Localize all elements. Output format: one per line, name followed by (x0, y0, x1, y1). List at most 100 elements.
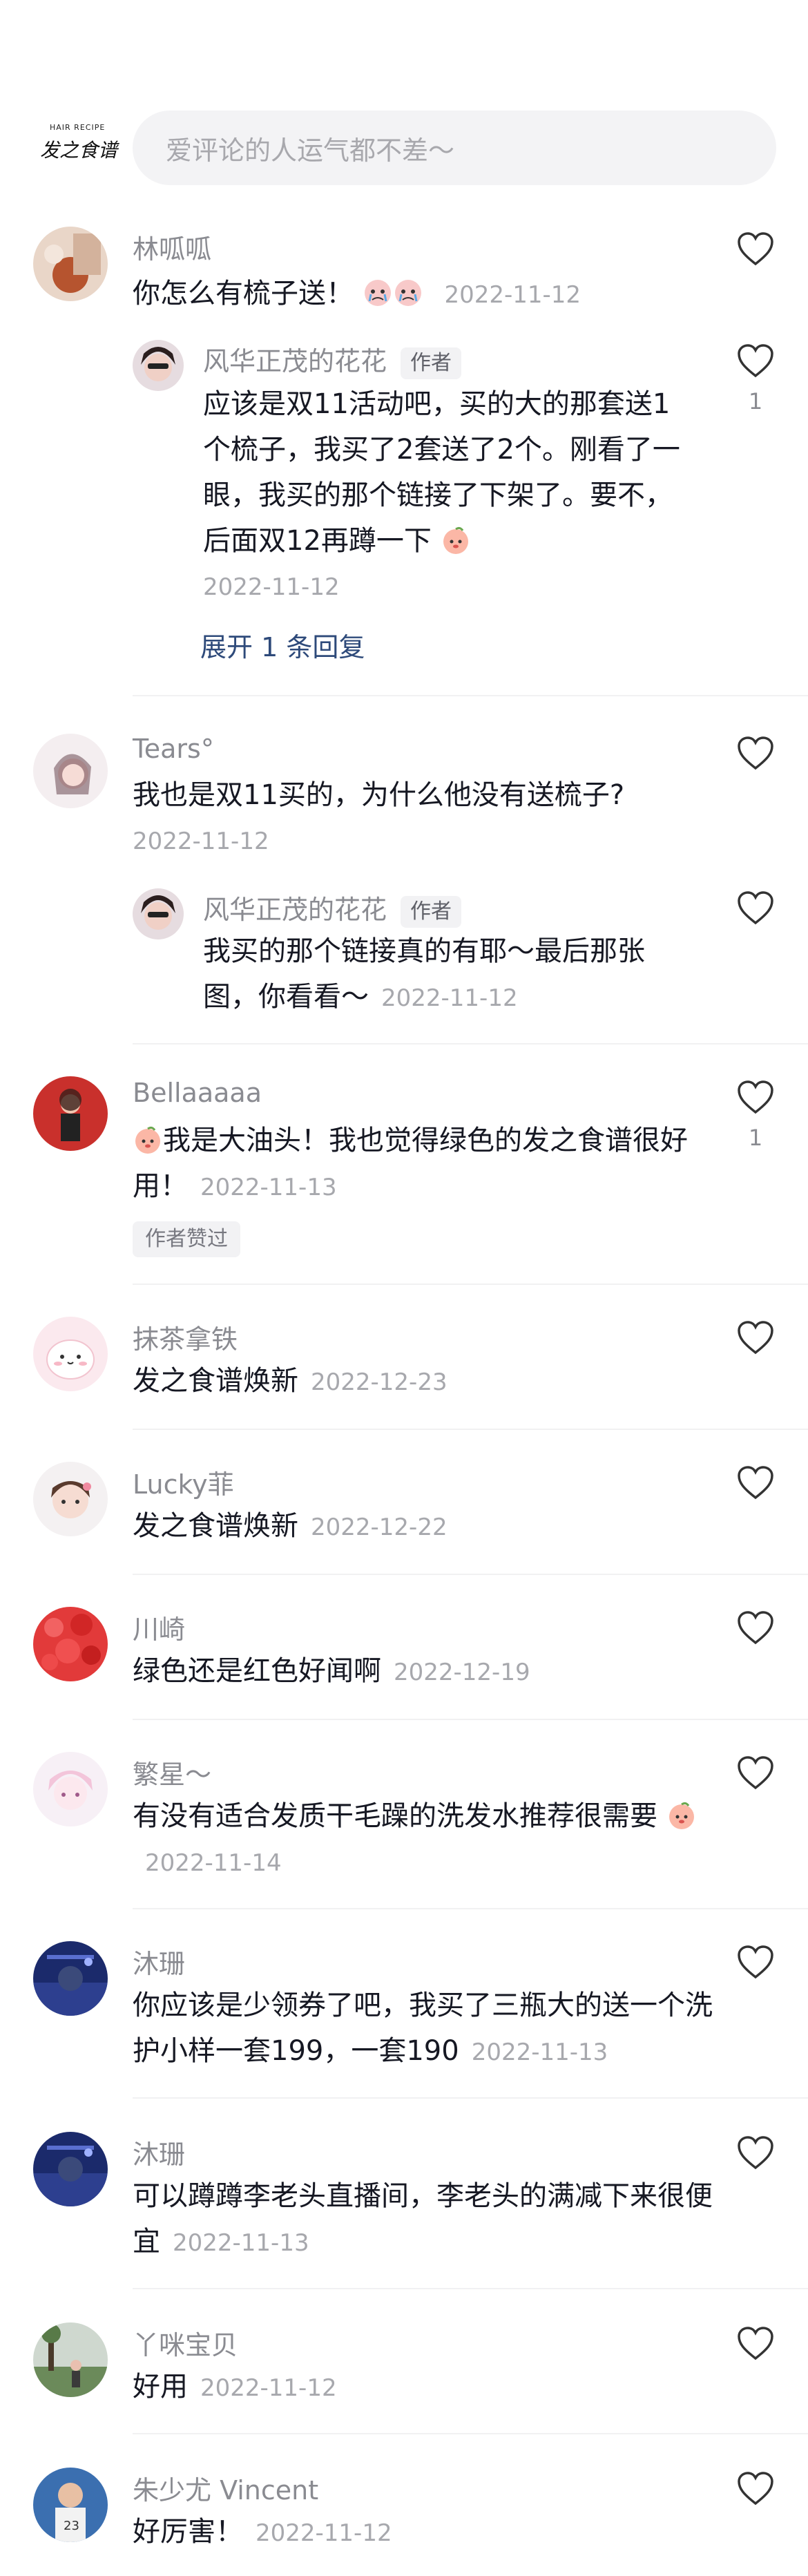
comment-body: 好用 (133, 2371, 188, 2403)
reply-time: 2022-11-12 (203, 573, 340, 601)
divider (133, 2433, 808, 2434)
avatar[interactable] (33, 2322, 108, 2397)
avatar[interactable] (33, 1607, 108, 1681)
like-heart-icon[interactable] (736, 2325, 775, 2361)
divider (133, 1908, 808, 1909)
avatar[interactable] (33, 1462, 108, 1536)
comment-author[interactable]: Bellaaaaa (133, 1078, 262, 1108)
author-tag: 作者 (401, 347, 462, 379)
comment-body: 发之食谱焕新 (133, 1510, 298, 1542)
comment-author[interactable]: 林呱呱 (133, 228, 211, 266)
comment-time: 2022-11-12 (444, 281, 581, 309)
comment-body: 发之食谱焕新 (133, 1365, 298, 1397)
header: HAIR RECIPE 发之食谱 爱评论的人运气都不差～ (0, 0, 808, 200)
divider (133, 2097, 808, 2099)
comment-author[interactable]: 丫咪宝贝 (133, 2324, 238, 2362)
like-count: 1 (748, 388, 763, 414)
avatar[interactable] (133, 340, 184, 391)
divider (133, 1043, 808, 1044)
comment-time: 2022-12-23 (311, 1368, 448, 1396)
comment-author[interactable]: 抹茶拿铁 (133, 1318, 238, 1356)
avatar[interactable] (33, 227, 108, 301)
comment-text: 有没有适合发质干毛躁的洗发水推荐很需要 2022-11-14 (133, 1793, 713, 1886)
comment-body: 有没有适合发质干毛躁的洗发水推荐很需要 (133, 1800, 657, 1832)
brand-logo[interactable]: HAIR RECIPE 发之食谱 (40, 119, 118, 174)
avatar[interactable] (33, 1317, 108, 1391)
divider (133, 695, 808, 696)
comment-body: 绿色还是红色好闻啊 (133, 1655, 381, 1687)
reply-time: 2022-11-12 (381, 984, 518, 1012)
like-heart-icon[interactable] (736, 2135, 775, 2170)
logo-small-text: HAIR RECIPE (50, 123, 106, 132)
avatar[interactable]: 23 (33, 2468, 108, 2542)
comment-text: 好厉害！ 2022-11-12 (133, 2509, 713, 2556)
comment-text: 我也是双11买的，为什么他没有送梳子? (133, 779, 625, 811)
reply-author-name[interactable]: 风华正茂的花花 (203, 895, 387, 925)
like-heart-icon[interactable] (736, 1610, 775, 1645)
comment-text: 发之食谱焕新 2022-12-23 (133, 1358, 713, 1405)
comment-text: 好用 2022-11-12 (133, 2364, 713, 2411)
comment-author[interactable]: 川崎 (133, 1608, 185, 1646)
comment-author[interactable]: Tears° (133, 734, 214, 764)
peach-face-emoji-icon (133, 1123, 163, 1154)
comment-author[interactable]: 沐珊 (133, 1943, 185, 1981)
avatar[interactable] (133, 888, 184, 939)
avatar[interactable] (33, 734, 108, 808)
reply-author: 风华正茂的花花 作者 (203, 340, 462, 379)
like-heart-icon[interactable] (736, 343, 775, 379)
comment-text: 发之食谱焕新 2022-12-22 (133, 1503, 713, 1550)
like-heart-icon[interactable] (736, 2470, 775, 2506)
like-heart-icon[interactable] (736, 231, 775, 267)
comment-text: 绿色还是红色好闻啊 2022-12-19 (133, 1648, 713, 1695)
comment-author[interactable]: 朱少尤 Vincent (133, 2469, 318, 2507)
svg-text:23: 23 (64, 2519, 79, 2533)
peach-face-emoji-icon (666, 1799, 697, 1829)
comment-text: 可以蹲蹲李老头直播间，李老头的满减下来很便宜 2022-11-13 (133, 2173, 713, 2266)
like-heart-icon[interactable] (736, 1319, 775, 1355)
comment-author[interactable]: Lucky菲 (133, 1463, 234, 1501)
divider (133, 1574, 808, 1575)
comment-text: 你应该是少领券了吧，我买了三瓶大的送一个洗护小样一套199，一套190 2022-… (133, 1983, 713, 2075)
divider (133, 1284, 808, 1285)
logo-main-text: 发之食谱 (40, 139, 118, 162)
like-heart-icon[interactable] (736, 735, 775, 771)
like-heart-icon[interactable] (736, 1079, 775, 1115)
like-heart-icon[interactable] (736, 1755, 775, 1791)
avatar[interactable] (33, 2132, 108, 2206)
like-heart-icon[interactable] (736, 1464, 775, 1500)
comment-time: 2022-11-14 (145, 1849, 282, 1877)
comment-text: 我是大油头！我也觉得绿色的发之食谱很好用！ 2022-11-13 (133, 1118, 713, 1210)
divider (133, 1429, 808, 1430)
comment-text: 你怎么有梳子送！ 2022-11-12 (133, 271, 713, 318)
reply-author: 风华正茂的花花 作者 (203, 888, 462, 928)
crying-emoji-icon (393, 276, 423, 307)
author-tag: 作者 (401, 895, 462, 928)
comment-input[interactable]: 爱评论的人运气都不差～ (133, 111, 776, 185)
comment-time: 2022-11-13 (173, 2229, 309, 2257)
avatar[interactable] (33, 1752, 108, 1826)
peach-face-emoji-icon (441, 524, 471, 554)
reply-text: 应该是双11活动吧，买的大的那套送1个梳子，我买了2套送了2个。刚看了一眼，我买… (203, 381, 693, 564)
like-heart-icon[interactable] (736, 1944, 775, 1980)
like-heart-icon[interactable] (736, 890, 775, 926)
comment-body: 你应该是少领券了吧，我买了三瓶大的送一个洗护小样一套199，一套190 (133, 1990, 713, 2067)
author-liked-badge: 作者赞过 (133, 1221, 240, 1257)
comment-time: 2022-11-12 (133, 828, 269, 855)
divider (133, 2288, 808, 2289)
reply-author-name[interactable]: 风华正茂的花花 (203, 346, 387, 376)
comment-author[interactable]: 沐珊 (133, 2133, 185, 2171)
like-count: 1 (748, 1125, 763, 1151)
comment-time: 2022-11-13 (471, 2039, 608, 2066)
comment-author[interactable]: 繁星～ (133, 1753, 211, 1791)
comment-time: 2022-11-12 (256, 2519, 392, 2547)
comment-time: 2022-12-22 (311, 1514, 448, 1541)
comment-time: 2022-11-12 (200, 2374, 337, 2402)
divider (133, 1719, 808, 1720)
crying-emoji-icon (363, 276, 393, 307)
reply-text: 我买的那个链接真的有耶～最后那张图，你看看～ 2022-11-12 (203, 928, 693, 1021)
avatar[interactable] (33, 1076, 108, 1151)
expand-replies-link[interactable]: 展开 1 条回复 (200, 626, 365, 664)
avatar[interactable] (33, 1941, 108, 2016)
comment-time: 2022-12-19 (394, 1659, 530, 1686)
comment-time: 2022-11-13 (200, 1174, 337, 1201)
